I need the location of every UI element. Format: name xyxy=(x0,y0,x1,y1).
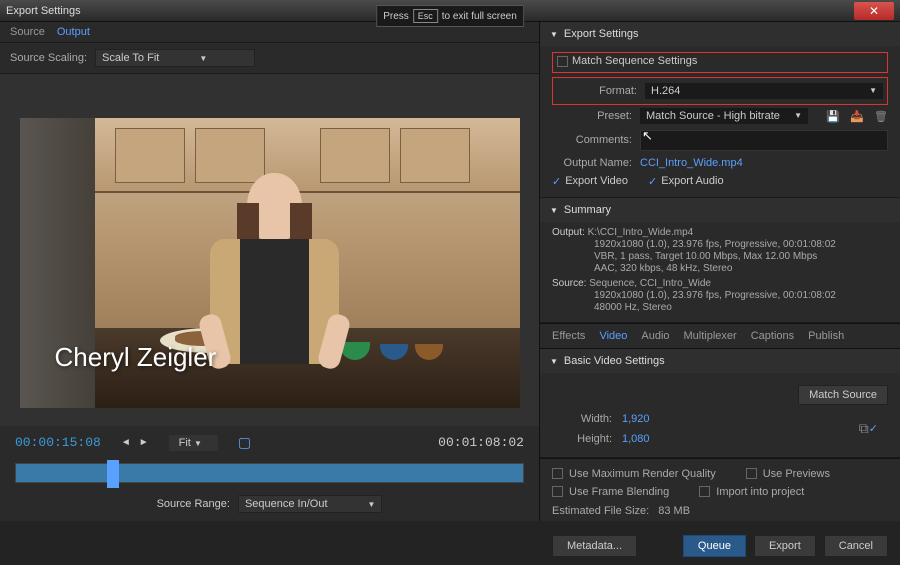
esc-hint: Press Esc to exit full screen xyxy=(376,5,524,27)
save-preset-icon[interactable]: 💾 xyxy=(826,110,840,122)
width-value[interactable]: 1,920 xyxy=(622,413,650,425)
step-fwd-icon[interactable]: ► xyxy=(139,437,149,448)
comments-label: Comments: xyxy=(552,134,632,146)
frame-blending-checkbox[interactable]: Use Frame Blending xyxy=(552,486,669,498)
import-project-checkbox[interactable]: Import into project xyxy=(699,486,804,498)
chevron-down-icon: ▼ xyxy=(794,111,802,120)
match-sequence-checkbox[interactable]: Match Sequence Settings xyxy=(557,55,697,67)
output-name-label: Output Name: xyxy=(552,157,632,169)
source-range-dropdown[interactable]: Sequence In/Out▼ xyxy=(238,495,382,513)
zoom-fit-dropdown[interactable]: Fit ▼ xyxy=(169,435,218,451)
preset-label: Preset: xyxy=(552,110,632,122)
width-label: Width: xyxy=(552,413,612,425)
preview-overlay-name: Cheryl Zeigler xyxy=(55,342,217,373)
queue-button[interactable]: Queue xyxy=(683,535,746,557)
chevron-down-icon: ▼ xyxy=(869,86,877,95)
match-source-button[interactable]: Match Source xyxy=(798,385,888,405)
match-check-icon[interactable]: ✓ xyxy=(869,422,878,435)
est-size-label: Estimated File Size: xyxy=(552,505,649,517)
duration-timecode: 00:01:08:02 xyxy=(438,435,524,450)
aspect-overlay-icon[interactable]: ▢ xyxy=(238,434,251,451)
tab-publish[interactable]: Publish xyxy=(808,330,844,342)
window-title: Export Settings xyxy=(6,5,81,17)
metadata-button[interactable]: Metadata... xyxy=(552,535,637,557)
output-sub-tabs: Effects Video Audio Multiplexer Captions… xyxy=(540,323,900,349)
scaling-dropdown[interactable]: Scale To Fit▼ xyxy=(95,49,255,67)
playhead[interactable] xyxy=(107,460,119,488)
chevron-down-icon: ▼ xyxy=(368,500,376,509)
comments-input[interactable] xyxy=(640,130,888,151)
preset-dropdown[interactable]: Match Source - High bitrate▼ xyxy=(640,108,808,124)
summary-source-label: Source: xyxy=(552,278,586,289)
close-button[interactable]: ✕ xyxy=(854,2,894,20)
step-back-icon[interactable]: ◄ xyxy=(121,437,131,448)
link-dimensions-icon[interactable]: ⧉ xyxy=(859,420,869,437)
esc-key: Esc xyxy=(413,9,438,23)
chevron-down-icon: ▼ xyxy=(199,54,207,63)
preview-frame: Cheryl Zeigler xyxy=(20,118,520,408)
basic-video-settings-header[interactable]: Basic Video Settings xyxy=(540,349,900,373)
cancel-button[interactable]: Cancel xyxy=(824,535,888,557)
source-range-label: Source Range: xyxy=(157,498,230,510)
timeline[interactable] xyxy=(15,463,524,483)
format-dropdown[interactable]: H.264▼ xyxy=(645,83,883,99)
tab-captions[interactable]: Captions xyxy=(751,330,794,342)
export-video-checkbox[interactable]: ✓Export Video xyxy=(552,175,628,188)
chevron-down-icon: ▼ xyxy=(194,439,202,448)
export-settings-header[interactable]: Export Settings xyxy=(540,22,900,46)
output-name-link[interactable]: CCI_Intro_Wide.mp4 xyxy=(640,157,743,169)
tab-effects[interactable]: Effects xyxy=(552,330,585,342)
height-label: Height: xyxy=(552,433,612,445)
export-audio-checkbox[interactable]: ✓Export Audio xyxy=(648,175,724,188)
import-preset-icon[interactable]: 📥 xyxy=(850,110,864,122)
cursor-icon: ↖ xyxy=(642,128,653,144)
export-button[interactable]: Export xyxy=(754,535,816,557)
tab-source[interactable]: Source xyxy=(10,26,45,38)
max-render-quality-checkbox[interactable]: Use Maximum Render Quality xyxy=(552,468,716,480)
est-size-value: 83 MB xyxy=(658,505,690,517)
format-label: Format: xyxy=(557,85,637,97)
delete-preset-icon[interactable]: 🗑 xyxy=(874,110,888,122)
height-value[interactable]: 1,080 xyxy=(622,433,650,445)
use-previews-checkbox[interactable]: Use Previews xyxy=(746,468,830,480)
tab-multiplexer[interactable]: Multiplexer xyxy=(684,330,737,342)
scaling-label: Source Scaling: xyxy=(10,52,87,64)
summary-output-label: Output: xyxy=(552,227,585,238)
tab-audio[interactable]: Audio xyxy=(641,330,669,342)
summary-header[interactable]: Summary xyxy=(540,198,900,222)
current-timecode[interactable]: 00:00:15:08 xyxy=(15,435,101,450)
tab-video[interactable]: Video xyxy=(599,330,627,342)
tab-output[interactable]: Output xyxy=(57,26,90,38)
